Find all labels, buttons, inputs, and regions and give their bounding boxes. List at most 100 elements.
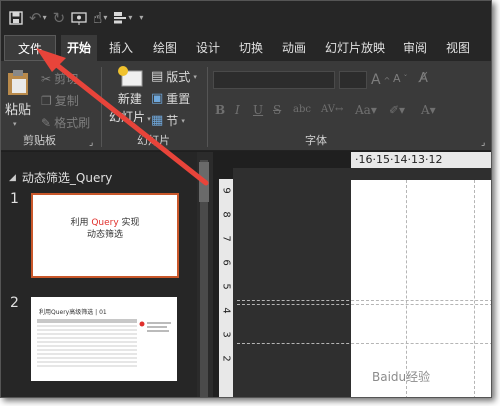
format-painter-label: 格式刷 (54, 116, 91, 130)
strikethrough-button[interactable]: S (273, 103, 281, 117)
layout-button[interactable]: ▤ 版式 ▾ (151, 68, 197, 85)
slide-thumbnail-2[interactable]: 利用Query高级筛选 | 01 (31, 297, 177, 381)
customize-icon[interactable]: ▾ (138, 10, 143, 26)
tab-home[interactable]: 开始 (61, 35, 98, 61)
change-case-icon[interactable]: Aa▾ (355, 103, 377, 117)
font-name-combobox[interactable] (213, 71, 335, 89)
undo-icon[interactable]: ↶ ▾ (29, 10, 47, 26)
tab-animations[interactable]: 动画 (282, 35, 306, 61)
ruler-tick: 8 (220, 211, 232, 218)
highlight-icon[interactable]: ✐▾ (389, 103, 405, 117)
divider (207, 67, 208, 147)
clear-formatting-button[interactable]: A̸ (419, 71, 428, 86)
italic-button[interactable]: I (235, 103, 240, 117)
ruler-tick: 9 (220, 187, 232, 194)
shadow-button[interactable]: abc (293, 104, 311, 115)
quick-access-toolbar: ↶ ▾ ↻ ☝ ▾ ▾ ▾ (1, 1, 491, 35)
section-icon: ▦ (151, 113, 164, 128)
new-slide-button[interactable]: 新建 幻灯片 ▾ (109, 65, 151, 125)
font-color-icon[interactable]: A▾ (421, 103, 436, 117)
guide-line[interactable] (237, 343, 491, 344)
scrollbar-thumb[interactable] (199, 162, 209, 202)
brush-icon: ✎ (41, 115, 52, 130)
ruler-tick: 4 (220, 307, 232, 314)
guide-line[interactable] (237, 300, 491, 301)
copy-label: 复制 (54, 94, 79, 108)
slideshow-icon[interactable] (71, 11, 87, 26)
cut-label: 剪切 (54, 72, 79, 86)
caret-down-icon: ˇ (403, 74, 408, 83)
tab-file[interactable]: 文件 (4, 35, 56, 61)
reset-icon: ▣ (151, 91, 164, 106)
copy-button[interactable]: ❐ 复制 (41, 92, 79, 109)
slide-2-table-graphic (37, 319, 137, 367)
bold-button[interactable]: B (215, 103, 225, 117)
chevron-down-icon: ▾ (181, 116, 185, 125)
vertical-ruler: 9 8 7 6 5 4 3 2 (219, 179, 233, 397)
collapse-triangle-icon[interactable]: ◢ (9, 173, 16, 183)
layout-icon[interactable]: ▾ (113, 10, 132, 26)
tab-insert[interactable]: 插入 (109, 35, 133, 61)
guide-line[interactable] (474, 180, 475, 397)
slide-1-text-before: 利用 (70, 218, 92, 228)
ribbon: 粘贴 ▾ ✂ 剪切 ❐ 复制 ✎ 格式刷 剪贴板 ⌟ 新建 幻灯片 ▾ ▤ 版式 ▾ ▣ 重… (1, 61, 491, 151)
slide-thumbnail-1[interactable]: 利用 Query 实现 动态筛选 (31, 193, 179, 278)
font-group-label: 字体 (305, 134, 327, 147)
thumbnail-scrollbar[interactable] (197, 152, 213, 397)
powerpoint-window: ↶ ▾ ↻ ☝ ▾ ▾ ▾ 文件 开始 插入 绘图 设计 切换 动画 幻灯片放映 审… (0, 0, 492, 398)
ribbon-tabs: 文件 开始 插入 绘图 设计 切换 动画 幻灯片放映 审阅 视图 (1, 35, 491, 61)
cut-button[interactable]: ✂ 剪切 (41, 70, 78, 87)
layout-label: 版式 (166, 70, 191, 84)
clipboard-icon (8, 70, 28, 95)
chevron-down-icon: ▾ (145, 115, 151, 123)
save-icon[interactable] (9, 11, 23, 25)
guide-line[interactable] (406, 180, 407, 397)
underline-button[interactable]: U (253, 103, 263, 117)
new-slide-icon (117, 66, 143, 87)
font-size-combobox[interactable] (339, 71, 367, 89)
tab-slideshow[interactable]: 幻灯片放映 (325, 35, 385, 61)
touch-mode-icon[interactable]: ☝ ▾ (93, 10, 107, 26)
reset-button[interactable]: ▣ 重置 (151, 90, 190, 107)
ruler-tick: 6 (220, 259, 232, 266)
dialog-launcher-icon[interactable]: ⌟ (481, 138, 485, 148)
paste-button[interactable]: 粘贴 ▾ (5, 69, 31, 128)
grow-font-button[interactable]: A ^ (371, 72, 390, 88)
shrink-font-button[interactable]: Aˇ (393, 72, 408, 85)
caret-up-icon: ^ (383, 75, 391, 85)
tab-design[interactable]: 设计 (196, 35, 220, 61)
current-slide[interactable] (351, 180, 491, 397)
slide-1-subtitle: 动态筛选 (86, 230, 123, 240)
paste-label: 粘贴 (5, 103, 32, 118)
chevron-down-icon: ▾ (13, 120, 17, 128)
shrink-font-label: A (393, 72, 401, 85)
tab-review[interactable]: 审阅 (403, 35, 427, 61)
grow-font-label: A (371, 72, 381, 88)
spacing-icon[interactable]: AV↔ (321, 104, 343, 115)
dialog-launcher-icon[interactable]: ⌟ (89, 138, 93, 148)
format-painter-button[interactable]: ✎ 格式刷 (41, 114, 90, 131)
slide-2-note-graphic (139, 321, 171, 332)
slide-number: 2 (10, 295, 19, 311)
section-header[interactable]: ◢ 动态筛选_Query (9, 169, 112, 186)
new-slide-label-1: 新建 (117, 92, 142, 106)
new-slide-label-2: 幻灯片 (109, 110, 146, 124)
slide-2-title: 利用Query高级筛选 | 01 (39, 309, 107, 316)
copy-icon: ❐ (41, 93, 52, 108)
layout-grid-icon: ▤ (151, 69, 164, 84)
new-slide-label-2-row: 幻灯片 ▾ (109, 108, 151, 125)
section-button[interactable]: ▦ 节 ▾ (151, 112, 185, 129)
reset-label: 重置 (166, 92, 191, 106)
guide-line[interactable] (237, 304, 491, 305)
horizontal-ruler: ·16·15·14·13·12 (351, 152, 491, 168)
tab-draw[interactable]: 绘图 (153, 35, 177, 61)
tab-view[interactable]: 视图 (446, 35, 470, 61)
ruler-tick: 2 (220, 355, 232, 362)
slide-1-text-after: 实现 (118, 218, 140, 228)
tab-transitions[interactable]: 切换 (239, 35, 263, 61)
redo-icon[interactable]: ↻ (53, 10, 66, 26)
scissors-icon: ✂ (41, 71, 52, 86)
divider (101, 67, 102, 147)
clear-formatting-icon: A̸ (419, 71, 428, 86)
slides-group-label: 幻灯片 (137, 134, 170, 147)
